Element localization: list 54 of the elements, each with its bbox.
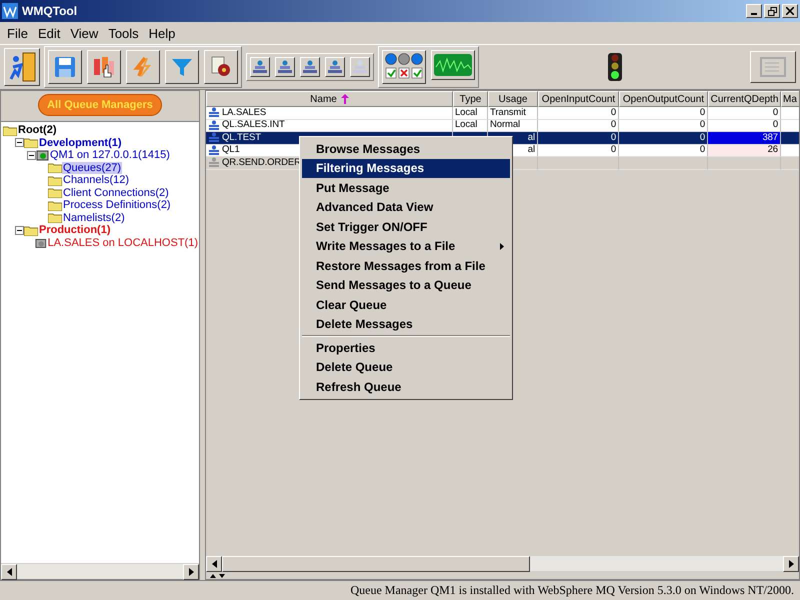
menu-item[interactable]: View <box>65 26 104 40</box>
menu-item[interactable]: Refresh Queue <box>302 377 510 396</box>
table-cell: 0 <box>708 120 781 132</box>
column-header[interactable]: CurrentQDepth <box>708 91 781 107</box>
tree-item[interactable]: Namelists(2) <box>62 212 126 224</box>
tree-item[interactable]: Root(2) <box>17 124 58 136</box>
table-cell: 0 <box>619 120 708 132</box>
column-header[interactable]: Ma <box>781 91 799 107</box>
tree-item[interactable]: Production(1) <box>38 224 112 236</box>
column-header[interactable]: Name <box>206 91 453 107</box>
table-cell: 0 <box>708 107 781 120</box>
table-cell[interactable]: QL.SALES.INT <box>206 120 453 132</box>
menu-item[interactable]: Clear Queue <box>302 295 510 314</box>
table-cell: 0 <box>538 107 619 120</box>
column-header[interactable]: OpenOutputCount <box>619 91 708 107</box>
table-cell: 0 <box>538 120 619 132</box>
menu-item[interactable]: Send Messages to a Queue <box>302 276 510 295</box>
menu-item[interactable]: Advanced Data View <box>302 198 510 217</box>
table-cell: 0 <box>619 144 708 157</box>
table-cell[interactable]: LA.SALES <box>206 107 453 120</box>
menu-item[interactable]: Tools <box>103 26 144 40</box>
window-title: WMQTool <box>22 4 78 18</box>
menu-item[interactable]: File <box>2 26 33 40</box>
tree-item[interactable]: Queues(27) <box>62 162 122 174</box>
table-cell: 26 <box>708 144 781 157</box>
column-header[interactable]: Type <box>453 91 488 107</box>
table-cell: 0 <box>538 132 619 144</box>
menu-item[interactable]: Filtering Messages <box>302 158 510 178</box>
table-cell: Transmit <box>488 107 538 120</box>
tree-item[interactable]: Development(1) <box>38 136 123 149</box>
table-cell: 387 <box>708 132 781 144</box>
table-cell: Normal <box>488 120 538 132</box>
menu-item[interactable]: Edit <box>32 26 66 40</box>
table-cell: 0 <box>619 132 708 144</box>
table-cell: Local <box>453 107 488 120</box>
menu-item[interactable]: Set Trigger ON/OFF <box>302 217 510 236</box>
tree-item[interactable]: Client Connections(2) <box>62 186 170 199</box>
table-cell: 0 <box>619 107 708 120</box>
column-header[interactable]: OpenInputCount <box>538 91 619 107</box>
table-cell: 0 <box>538 144 619 157</box>
menu-item[interactable]: Delete Queue <box>302 358 510 377</box>
menu-item[interactable]: Restore Messages from a File <box>302 256 510 276</box>
menu-item[interactable]: Help <box>144 26 180 40</box>
tree-item[interactable]: Process Definitions(2) <box>62 199 172 212</box>
table-cell: Local <box>453 120 488 132</box>
menu-item[interactable]: Put Message <box>302 178 510 198</box>
menu-item[interactable]: Properties <box>302 338 510 358</box>
menu-item[interactable]: Delete Messages <box>302 314 510 334</box>
tree-item[interactable]: LA.SALES on LOCALHOST(1) <box>46 236 199 249</box>
menu-item[interactable]: Write Messages to a File <box>302 236 510 256</box>
column-header[interactable]: Usage <box>488 91 538 107</box>
tree-item[interactable]: Channels(12) <box>62 174 130 186</box>
tree-item[interactable]: QM1 on 127.0.0.1(1415) <box>49 149 171 162</box>
status-text: Queue Manager QM1 is installed with WebSphere MQ Version 5.3.0 on Windows NT/2000. <box>350 583 794 598</box>
